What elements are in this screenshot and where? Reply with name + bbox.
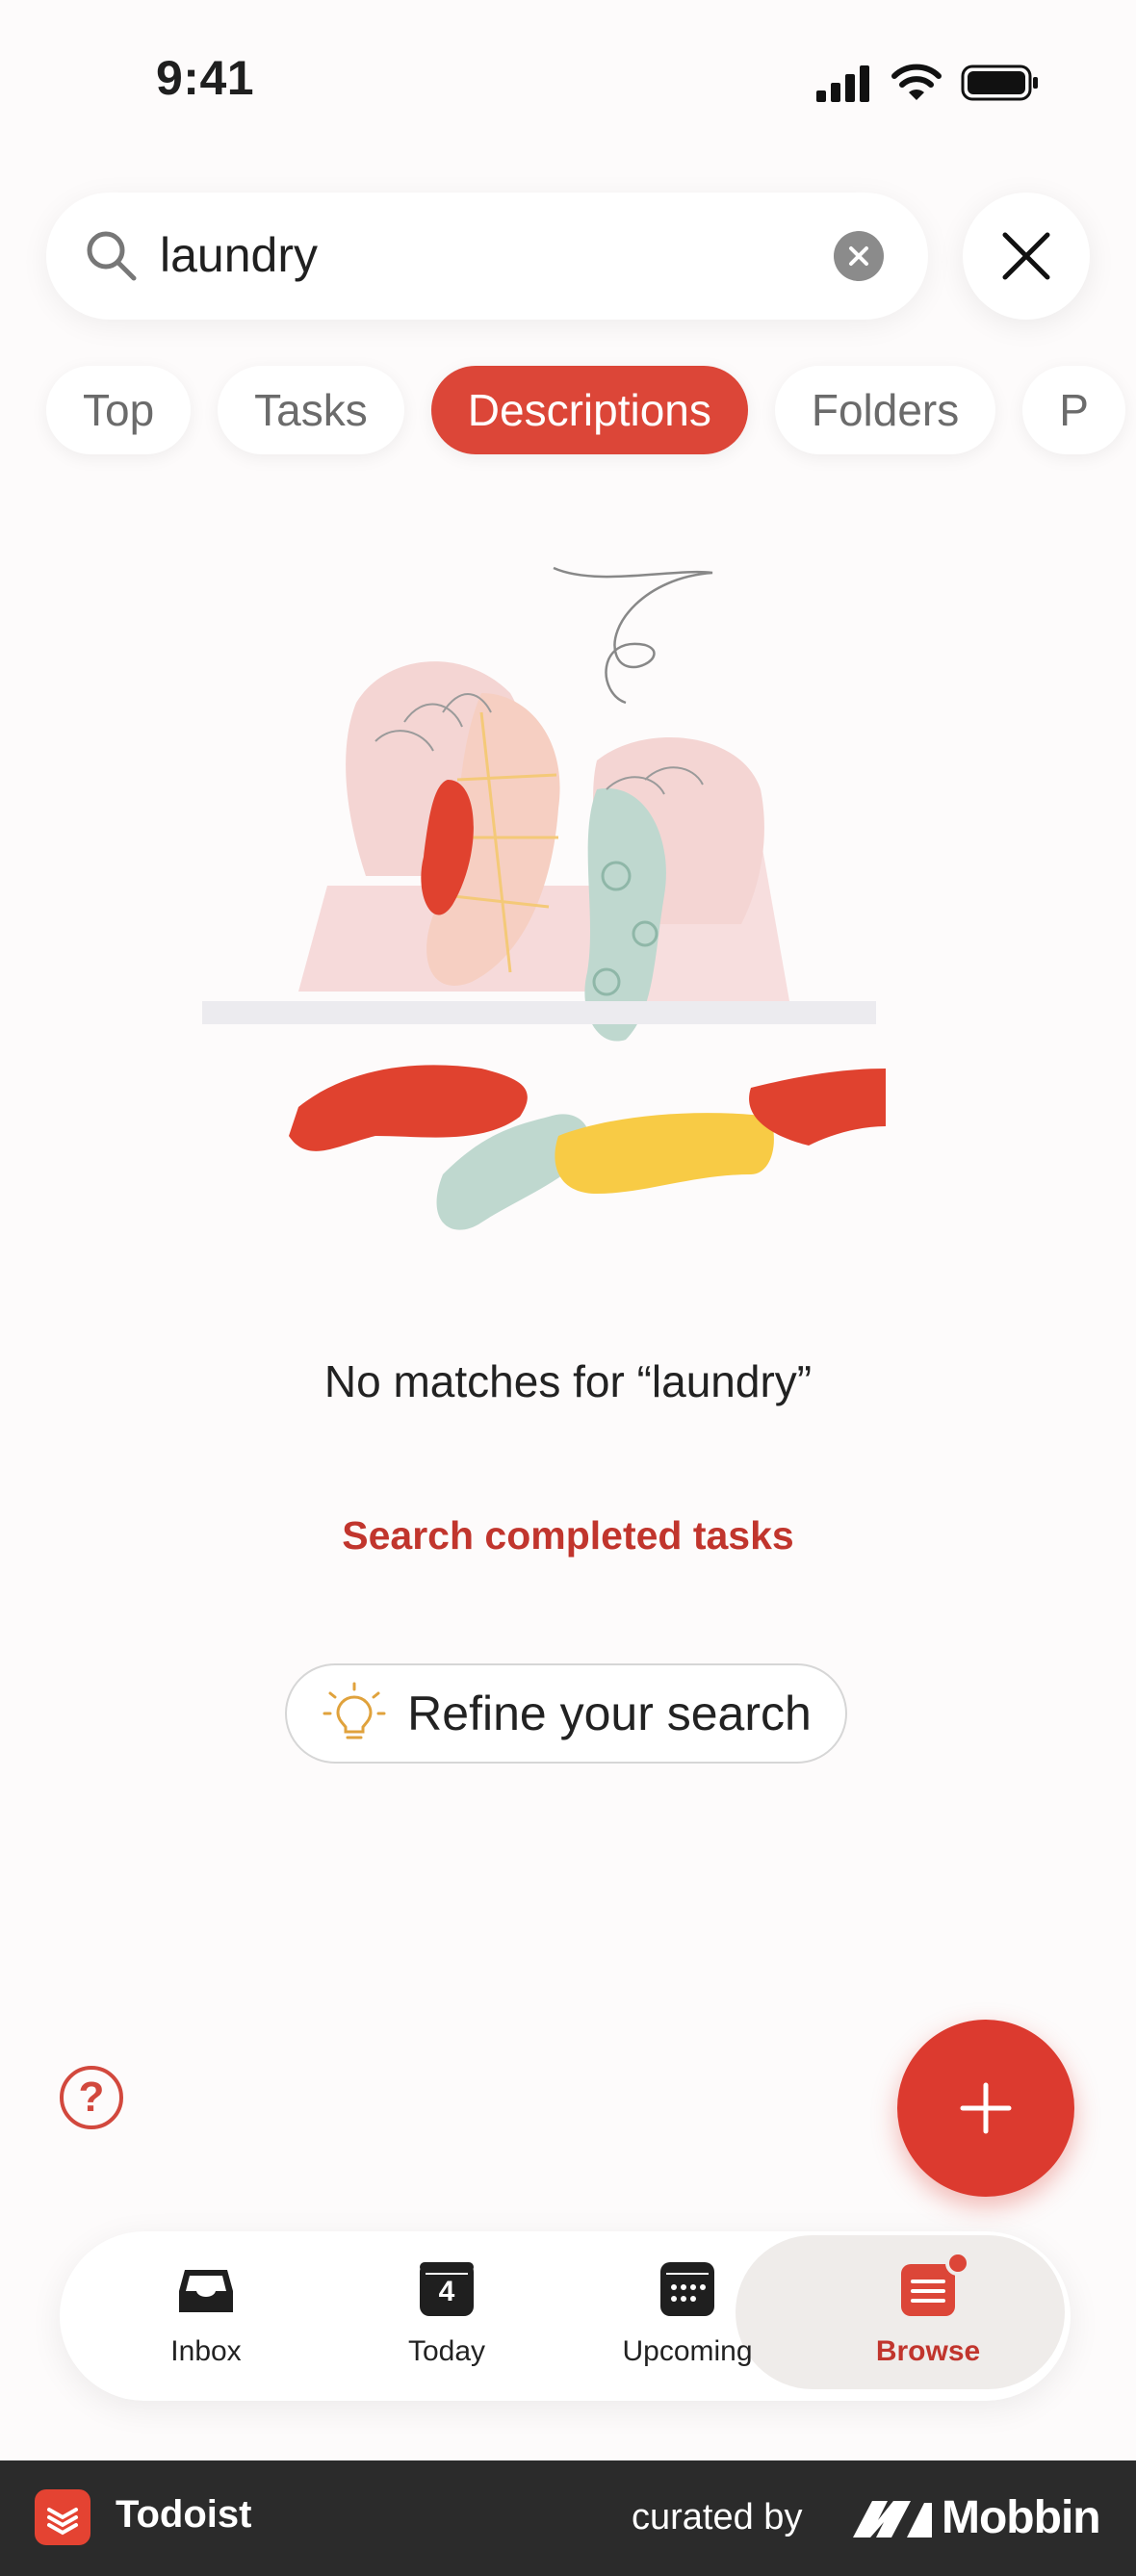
footer-curated-by: curated by xyxy=(632,2497,803,2537)
tab-bar-items: Inbox 4 Today Upcoming Browse xyxy=(60,2231,1071,2401)
calendar-upcoming-icon xyxy=(660,2262,714,2316)
battery-icon xyxy=(961,64,1038,101)
footer-bar: Todoist curated by Mobbin xyxy=(0,2460,1136,2576)
tab-upcoming[interactable]: Upcoming xyxy=(591,2231,784,2401)
empty-state-illustration xyxy=(202,566,886,1230)
todoist-logo-icon xyxy=(35,2489,90,2545)
cellular-signal-icon xyxy=(816,65,869,102)
inbox-icon xyxy=(179,2270,233,2312)
tab-inbox[interactable]: Inbox xyxy=(110,2231,302,2401)
filter-tabs: Top Tasks Descriptions Folders P xyxy=(46,366,1125,454)
empty-state-title: No matches for “laundry” xyxy=(323,1356,813,1406)
search-completed-tasks-link[interactable]: Search completed tasks xyxy=(0,1513,1136,1558)
tab-partial[interactable]: P xyxy=(1022,366,1125,454)
wifi-icon xyxy=(891,64,942,100)
status-time: 9:41 xyxy=(156,51,255,105)
refine-search-button[interactable]: Refine your search xyxy=(285,1663,847,1764)
close-search-button[interactable] xyxy=(963,193,1090,320)
tab-today[interactable]: 4 Today xyxy=(350,2231,543,2401)
footer-brand: Mobbin xyxy=(942,2492,1101,2543)
search-icon xyxy=(87,231,137,281)
tab-upcoming-label: Upcoming xyxy=(622,2335,753,2367)
close-icon xyxy=(849,246,868,266)
notification-dot xyxy=(945,2251,970,2276)
tab-folders[interactable]: Folders xyxy=(774,366,996,454)
today-date-badge: 4 xyxy=(438,2276,455,2307)
tab-descriptions[interactable]: Descriptions xyxy=(430,366,748,454)
tab-inbox-label: Inbox xyxy=(170,2335,242,2367)
close-icon xyxy=(1002,232,1050,280)
help-button[interactable]: ? xyxy=(60,2066,123,2129)
question-icon: ? xyxy=(78,2074,105,2121)
footer-app-name: Todoist xyxy=(116,2493,252,2536)
search-input[interactable]: laundry xyxy=(160,227,318,283)
add-task-button[interactable] xyxy=(897,2020,1074,2197)
search-bar[interactable]: laundry xyxy=(46,193,928,320)
tab-tasks[interactable]: Tasks xyxy=(218,366,404,454)
lightbulb-icon xyxy=(323,1682,386,1739)
clear-search-button[interactable] xyxy=(834,231,884,281)
status-icons xyxy=(814,62,1040,104)
tab-top[interactable]: Top xyxy=(46,366,192,454)
tab-today-label: Today xyxy=(407,2335,486,2367)
refine-search-label: Refine your search xyxy=(407,1687,812,1740)
plus-icon xyxy=(960,2082,1012,2134)
mobbin-logo-icon xyxy=(853,2501,932,2537)
tab-browse[interactable]: Browse xyxy=(832,2231,1024,2401)
tab-browse-label: Browse xyxy=(875,2335,981,2367)
